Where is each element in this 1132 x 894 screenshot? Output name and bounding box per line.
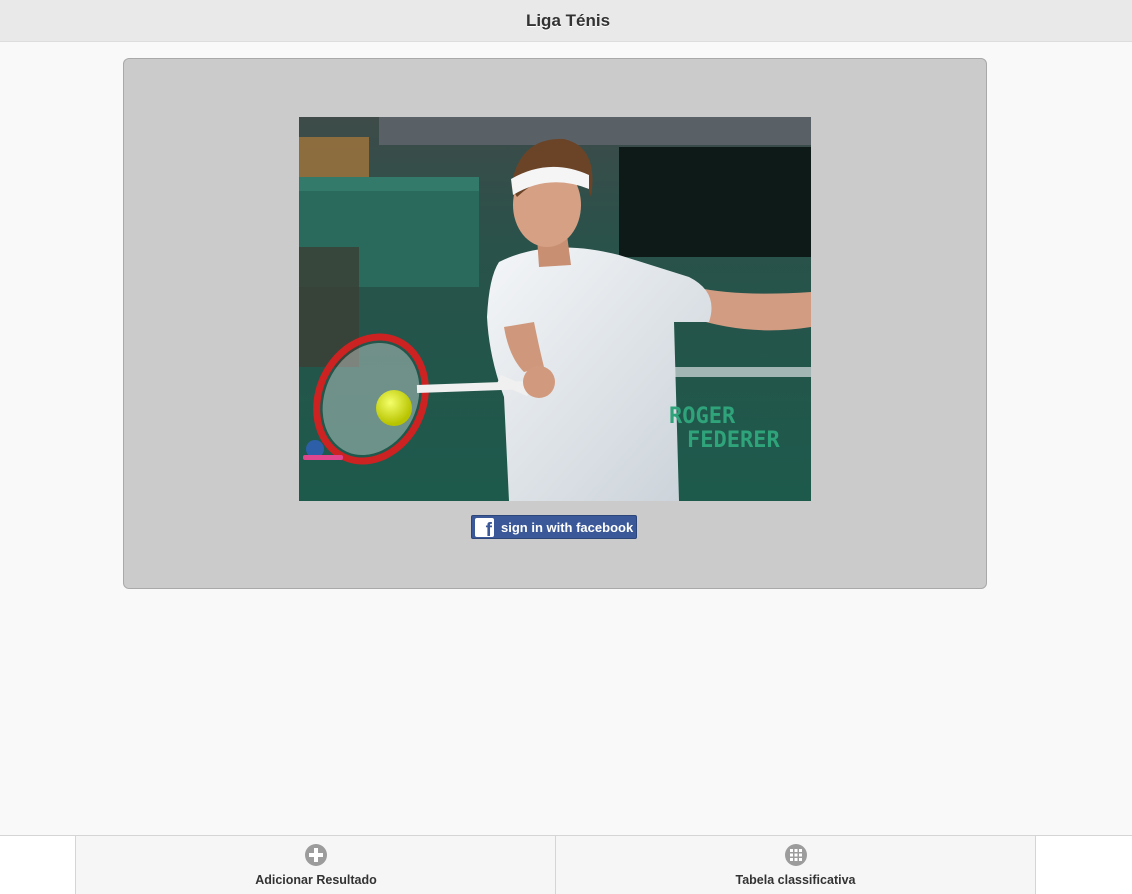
- main-content: ROGER FEDERER f sign in with facebook: [0, 42, 1132, 835]
- facebook-icon: f: [475, 517, 494, 537]
- header-bar: Liga Ténis: [0, 0, 1132, 42]
- plus-circle-icon: [305, 844, 327, 866]
- tennis-player-photo: ROGER FEDERER: [299, 117, 811, 501]
- facebook-login-label: sign in with facebook: [501, 519, 634, 535]
- bottom-navbar: Adicionar Resultado Tabela classificativ…: [0, 835, 1132, 894]
- page-title: Liga Ténis: [525, 10, 611, 30]
- login-panel: ROGER FEDERER f sign in with facebook: [123, 58, 987, 589]
- nav-label-standings: Tabela classificativa: [735, 873, 856, 887]
- nav-item-add-result[interactable]: Adicionar Resultado: [75, 836, 556, 894]
- photo-caption-roger: ROGER: [669, 404, 736, 429]
- nav-label-add-result: Adicionar Resultado: [255, 873, 377, 887]
- nav-item-standings[interactable]: Tabela classificativa: [555, 836, 1036, 894]
- photo-caption-federer: FEDERER: [687, 428, 780, 453]
- facebook-login-button[interactable]: f sign in with facebook: [471, 515, 637, 539]
- grid-circle-icon: [784, 844, 807, 866]
